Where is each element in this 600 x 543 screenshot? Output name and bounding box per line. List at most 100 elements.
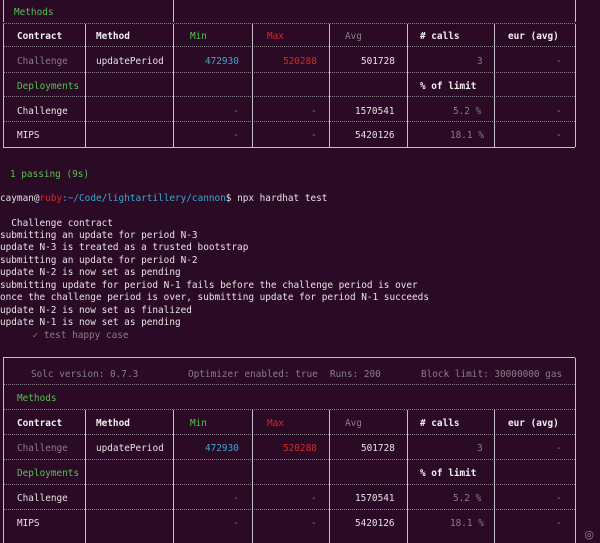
cell-method: updatePeriod: [96, 443, 164, 454]
header-min: Min: [190, 31, 207, 42]
cell-eur: -: [556, 443, 562, 454]
header-contract: Contract: [17, 31, 63, 42]
cell-min: 472930: [205, 56, 239, 67]
watermark-icon: ◎: [584, 528, 594, 541]
cell-avg: 1570541: [355, 493, 395, 504]
output-line: update N-3 is treated as a trusted boots…: [0, 242, 249, 253]
cell-min: -: [233, 106, 239, 117]
cell-contract: MIPS: [17, 518, 40, 529]
header-min: Min: [190, 418, 207, 429]
header-eur: eur (avg): [508, 31, 559, 42]
header-calls: # calls: [420, 31, 460, 42]
output-line: once the challenge period is over, submi…: [0, 292, 429, 303]
cell-pct: 5.2 %: [453, 106, 482, 117]
cell-calls: 3: [477, 56, 483, 67]
divider: [3, 509, 575, 510]
header-max: Max: [267, 418, 284, 429]
cell-contract: Challenge: [17, 443, 68, 454]
output-line: update N-2 is now set as pending: [0, 267, 181, 278]
prompt-host: ruby: [39, 193, 63, 204]
cell-pct: 18.1 %: [450, 130, 484, 141]
col-sep: [252, 410, 253, 543]
cell-max: 520288: [283, 56, 317, 67]
cell-avg: 1570541: [355, 106, 395, 117]
passing-summary: 1 passing (9s): [10, 169, 90, 180]
col-sep: [575, 358, 576, 543]
cell-eur: -: [556, 493, 562, 504]
cell-max: 520288: [283, 443, 317, 454]
cell-eur: -: [556, 518, 562, 529]
cell-min: 472930: [205, 443, 239, 454]
col-sep: [173, 410, 174, 543]
cell-max: -: [311, 493, 317, 504]
output-line: submitting update for period N-1 fails b…: [0, 280, 418, 291]
cell-eur: -: [556, 106, 562, 117]
header-calls: # calls: [420, 418, 460, 429]
cell-avg: 501728: [361, 56, 395, 67]
divider: [3, 121, 575, 122]
cell-contract: Challenge: [17, 56, 68, 67]
col-sep: [407, 410, 408, 543]
cell-min: -: [233, 518, 239, 529]
divider: [3, 409, 575, 410]
divider: [3, 23, 575, 24]
prompt-user: cayman: [0, 193, 34, 204]
terminal-window[interactable]: Methods Contract Method Min Max Avg # ca…: [0, 0, 600, 543]
divider: [3, 96, 575, 97]
output-line: submitting an update for period N-2: [0, 255, 198, 266]
cell-method: updatePeriod: [96, 56, 164, 67]
cell-max: -: [311, 130, 317, 141]
col-sep: [85, 410, 86, 543]
solc-version: Solc version: 0.7.3: [31, 369, 139, 380]
cell-avg: 501728: [361, 443, 395, 454]
prompt-command: $ npx hardhat test: [225, 193, 328, 204]
col-sep: [329, 410, 330, 543]
shell-prompt: cayman@ruby:~/Code/lightartillery/cannon…: [0, 193, 327, 205]
output-line: Challenge contract: [0, 218, 113, 229]
divider: [3, 384, 575, 385]
cell-calls: 3: [477, 443, 483, 454]
divider: [3, 459, 575, 460]
header-max: Max: [267, 31, 284, 42]
section-methods: Methods: [17, 393, 57, 404]
table-bottom-border: [3, 147, 575, 148]
cell-eur: -: [556, 130, 562, 141]
output-line: update N-1 is now set as pending: [0, 317, 181, 328]
output-line: update N-2 is now set as finalized: [0, 305, 192, 316]
cell-max: -: [311, 518, 317, 529]
table-border: [3, 0, 4, 22]
col-sep: [3, 24, 4, 147]
cell-contract: Challenge: [17, 106, 68, 117]
col-sep: [407, 24, 408, 147]
optimizer-info: Optimizer enabled: true: [188, 369, 318, 380]
output-line: submitting an update for period N-3: [0, 230, 198, 241]
cell-contract: Challenge: [17, 493, 68, 504]
col-sep: [494, 24, 495, 147]
cell-min: -: [233, 130, 239, 141]
col-sep: [3, 358, 4, 543]
col-sep: [494, 410, 495, 543]
col-sep: [173, 24, 174, 147]
col-sep: [329, 24, 330, 147]
header-pct-limit: % of limit: [420, 81, 477, 92]
cell-pct: 5.2 %: [453, 493, 482, 504]
section-deployments: Deployments: [17, 468, 80, 479]
runs-info: Runs: 200: [330, 369, 381, 380]
table-border: [173, 0, 174, 22]
divider: [3, 72, 575, 73]
section-methods: Methods: [14, 7, 54, 18]
table-top-border: [3, 357, 575, 358]
cell-max: -: [311, 106, 317, 117]
divider: [3, 484, 575, 485]
cell-contract: MIPS: [17, 130, 40, 141]
cell-avg: 5420126: [355, 518, 395, 529]
cell-eur: -: [556, 56, 562, 67]
table-border: [575, 0, 576, 22]
divider: [3, 434, 575, 435]
header-contract: Contract: [17, 418, 63, 429]
prompt-path: :~/Code/lightartillery/cannon: [62, 193, 226, 204]
block-limit: Block limit: 30000000 gas: [421, 369, 563, 380]
test-pass-line: ✓ test happy case: [10, 330, 129, 341]
col-sep: [252, 24, 253, 147]
header-method: Method: [96, 418, 130, 429]
